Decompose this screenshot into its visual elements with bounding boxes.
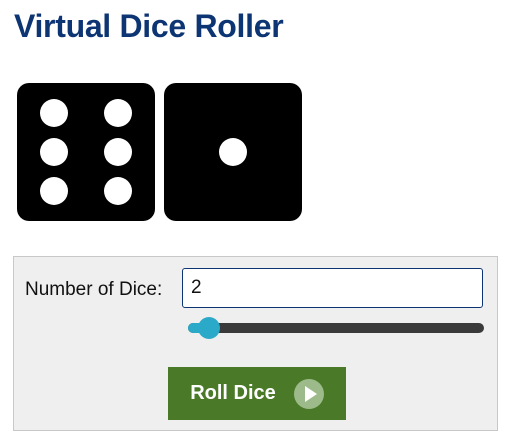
die-pip bbox=[219, 138, 247, 166]
roll-dice-button[interactable]: Roll Dice bbox=[168, 367, 346, 420]
number-of-dice-label: Number of Dice: bbox=[25, 279, 163, 300]
die-pip bbox=[40, 99, 69, 128]
die-pip bbox=[40, 176, 69, 205]
page: Virtual Dice Roller Number of Dice: Roll… bbox=[0, 0, 512, 448]
play-circle-icon bbox=[293, 378, 324, 409]
controls-panel: Number of Dice: Roll Dice bbox=[13, 256, 498, 431]
die-pip bbox=[103, 99, 132, 128]
dice-row bbox=[17, 83, 302, 221]
roll-dice-label: Roll Dice bbox=[190, 382, 276, 404]
die-pip bbox=[40, 138, 69, 166]
page-title: Virtual Dice Roller bbox=[14, 8, 284, 44]
die-pip bbox=[103, 138, 132, 166]
die-six-icon bbox=[17, 83, 155, 221]
number-of-dice-input[interactable] bbox=[182, 268, 483, 308]
die-pip bbox=[103, 176, 132, 205]
dice-count-slider[interactable] bbox=[188, 317, 484, 339]
die-one-icon bbox=[164, 83, 302, 221]
slider-thumb[interactable] bbox=[197, 317, 220, 339]
